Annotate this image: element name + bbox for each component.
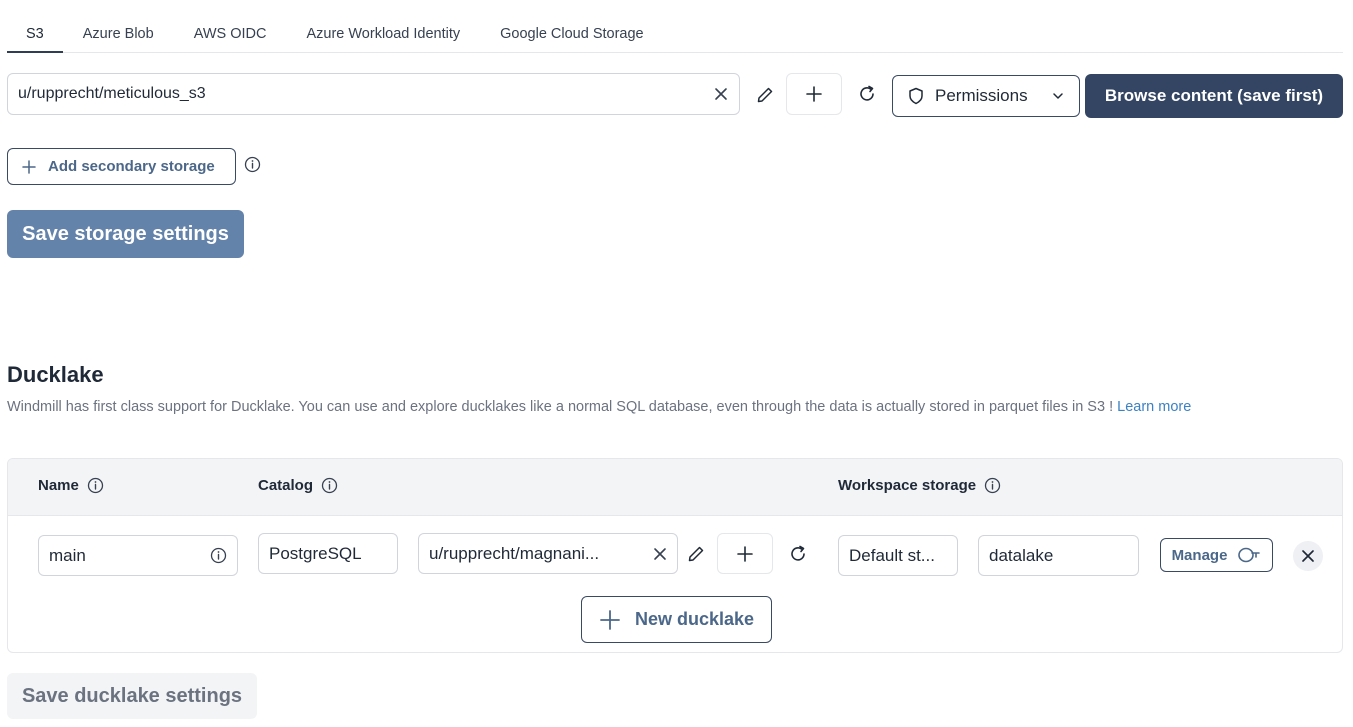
save-ducklake-settings-button[interactable]: Save ducklake settings bbox=[7, 673, 257, 719]
plus-icon bbox=[22, 159, 36, 174]
manage-label: Manage bbox=[1171, 546, 1228, 564]
tab-aws-oidc[interactable]: AWS OIDC bbox=[174, 16, 287, 52]
pencil-icon bbox=[757, 87, 773, 103]
info-icon[interactable] bbox=[243, 155, 261, 173]
plus-icon bbox=[600, 609, 620, 630]
new-ducklake-button[interactable]: New ducklake bbox=[581, 596, 772, 643]
info-icon[interactable] bbox=[321, 477, 338, 494]
chevron-down-icon bbox=[1053, 93, 1063, 99]
catalog-resource-picker[interactable]: u/rupprecht/magnani... bbox=[418, 533, 678, 574]
plus-icon bbox=[806, 86, 822, 102]
refresh-catalog-button[interactable] bbox=[785, 541, 811, 567]
column-catalog: Catalog bbox=[258, 477, 338, 494]
info-icon[interactable] bbox=[210, 547, 227, 564]
remove-ducklake-button[interactable] bbox=[1293, 541, 1323, 571]
column-workspace-storage-label: Workspace storage bbox=[838, 477, 977, 494]
clear-icon[interactable] bbox=[713, 86, 729, 102]
add-secondary-storage-button[interactable]: Add secondary storage bbox=[7, 148, 236, 185]
column-name-label: Name bbox=[38, 477, 79, 494]
tab-azure-workload-identity[interactable]: Azure Workload Identity bbox=[286, 16, 480, 52]
database-icon bbox=[1238, 547, 1261, 563]
refresh-icon bbox=[860, 85, 874, 101]
ducklake-name-input[interactable]: main bbox=[38, 535, 238, 576]
shield-icon bbox=[909, 87, 923, 105]
refresh-icon bbox=[791, 545, 805, 561]
add-catalog-button[interactable] bbox=[717, 533, 773, 574]
storage-resource-value: u/rupprecht/meticulous_s3 bbox=[18, 85, 206, 102]
storage-resource-picker[interactable]: u/rupprecht/meticulous_s3 bbox=[7, 73, 740, 115]
manage-ducklake-button[interactable]: Manage bbox=[1160, 538, 1273, 572]
catalog-resource-value: u/rupprecht/magnani... bbox=[429, 543, 600, 563]
storage-path-input[interactable]: datalake bbox=[978, 535, 1139, 576]
column-catalog-label: Catalog bbox=[258, 477, 314, 494]
save-storage-settings-button[interactable]: Save storage settings bbox=[7, 210, 244, 258]
ducklake-title: Ducklake bbox=[7, 362, 104, 387]
new-ducklake-label: New ducklake bbox=[634, 609, 755, 629]
permissions-dropdown[interactable]: Permissions bbox=[892, 75, 1080, 117]
ducklake-description-text: Windmill has first class support for Duc… bbox=[7, 399, 1114, 415]
add-resource-button[interactable] bbox=[786, 73, 842, 115]
tab-s3[interactable]: S3 bbox=[7, 16, 63, 53]
column-workspace-storage: Workspace storage bbox=[838, 477, 1001, 494]
plus-icon bbox=[737, 545, 753, 562]
edit-catalog-button[interactable] bbox=[683, 541, 709, 567]
permissions-label: Permissions bbox=[935, 86, 1028, 105]
column-name: Name bbox=[38, 477, 104, 494]
refresh-resource-button[interactable] bbox=[854, 81, 880, 107]
learn-more-link[interactable]: Learn more bbox=[1117, 399, 1191, 415]
browse-content-button[interactable]: Browse content (save first) bbox=[1085, 74, 1343, 118]
close-icon bbox=[1302, 550, 1314, 562]
info-icon[interactable] bbox=[984, 477, 1001, 494]
tab-google-cloud-storage[interactable]: Google Cloud Storage bbox=[480, 16, 664, 52]
edit-resource-button[interactable] bbox=[752, 82, 778, 108]
storage-tabs: S3 Azure Blob AWS OIDC Azure Workload Id… bbox=[7, 16, 1343, 53]
catalog-type-select[interactable]: PostgreSQL bbox=[258, 533, 398, 574]
pencil-icon bbox=[688, 546, 704, 562]
clear-icon[interactable] bbox=[653, 547, 667, 561]
ducklake-table-header: Name Catalog Workspace storage bbox=[8, 459, 1342, 516]
ducklake-table: Name Catalog Workspace storage main Post… bbox=[7, 458, 1343, 653]
ducklake-name-value: main bbox=[49, 545, 86, 565]
ducklake-description: Windmill has first class support for Duc… bbox=[7, 399, 1191, 415]
info-icon[interactable] bbox=[87, 477, 104, 494]
workspace-storage-select[interactable]: Default st... bbox=[838, 535, 958, 576]
tab-azure-blob[interactable]: Azure Blob bbox=[63, 16, 174, 52]
add-secondary-storage-label: Add secondary storage bbox=[48, 158, 215, 175]
